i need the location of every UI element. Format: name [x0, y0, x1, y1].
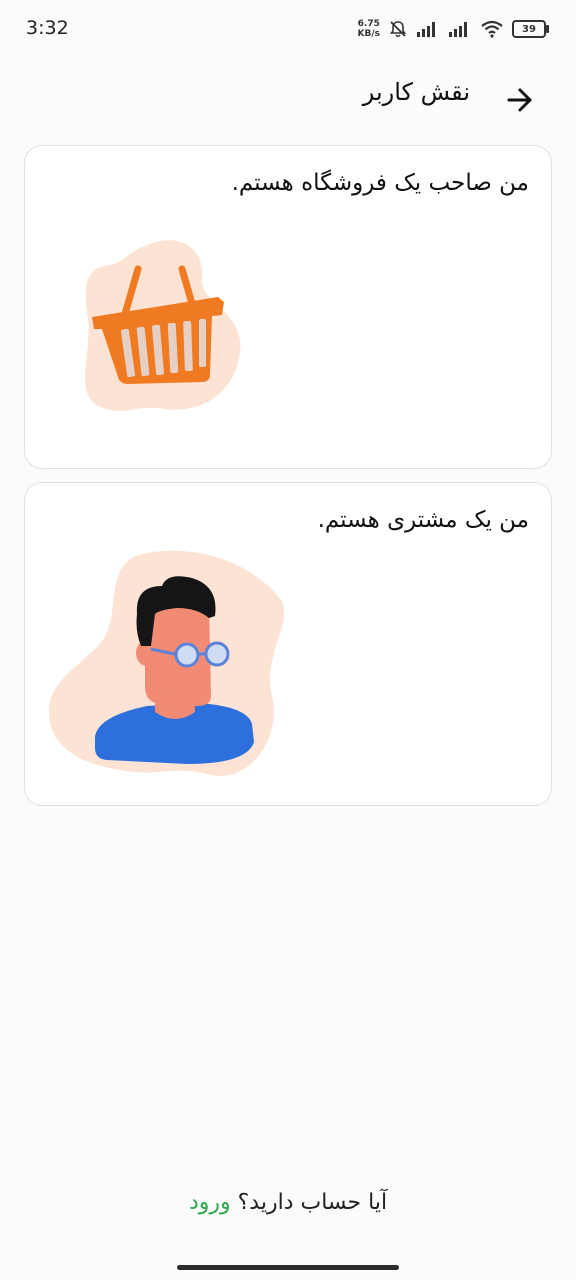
page-title: نقش کاربر	[362, 78, 470, 106]
customer-role-card[interactable]: من یک مشتری هستم.	[24, 482, 552, 806]
net-speed-unit: KB/s	[357, 29, 380, 39]
shop-owner-role-card[interactable]: من صاحب یک فروشگاه هستم.	[24, 145, 552, 469]
status-time: 3:32	[26, 17, 69, 39]
customer-avatar-illustration	[48, 550, 285, 776]
back-button[interactable]	[500, 80, 540, 120]
app-header: نقش کاربر	[0, 70, 576, 126]
have-account-question: آیا حساب دارید؟	[237, 1190, 388, 1215]
arrow-right-icon	[507, 88, 532, 112]
signal-icon	[449, 22, 467, 37]
shop-owner-role-label: من صاحب یک فروشگاه هستم.	[231, 170, 529, 196]
login-link[interactable]: ورود	[189, 1190, 231, 1215]
status-bar: 3:32 6.75 KB/s 39	[0, 0, 576, 58]
net-speed-value: 6.75	[357, 19, 380, 29]
mute-bell-icon	[389, 21, 407, 38]
wifi-icon	[481, 20, 503, 38]
home-indicator[interactable]	[177, 1265, 399, 1270]
customer-role-label: من یک مشتری هستم.	[317, 507, 529, 533]
shopping-basket-illustration	[85, 240, 241, 411]
status-icons: 6.75 KB/s 39	[358, 18, 549, 40]
signal-icon	[417, 22, 435, 37]
battery-icon: 39	[512, 20, 549, 38]
login-prompt: آیا حساب دارید؟ ورود	[0, 1190, 576, 1215]
network-speed: 6.75 KB/s	[358, 19, 380, 39]
battery-level: 39	[522, 23, 536, 35]
